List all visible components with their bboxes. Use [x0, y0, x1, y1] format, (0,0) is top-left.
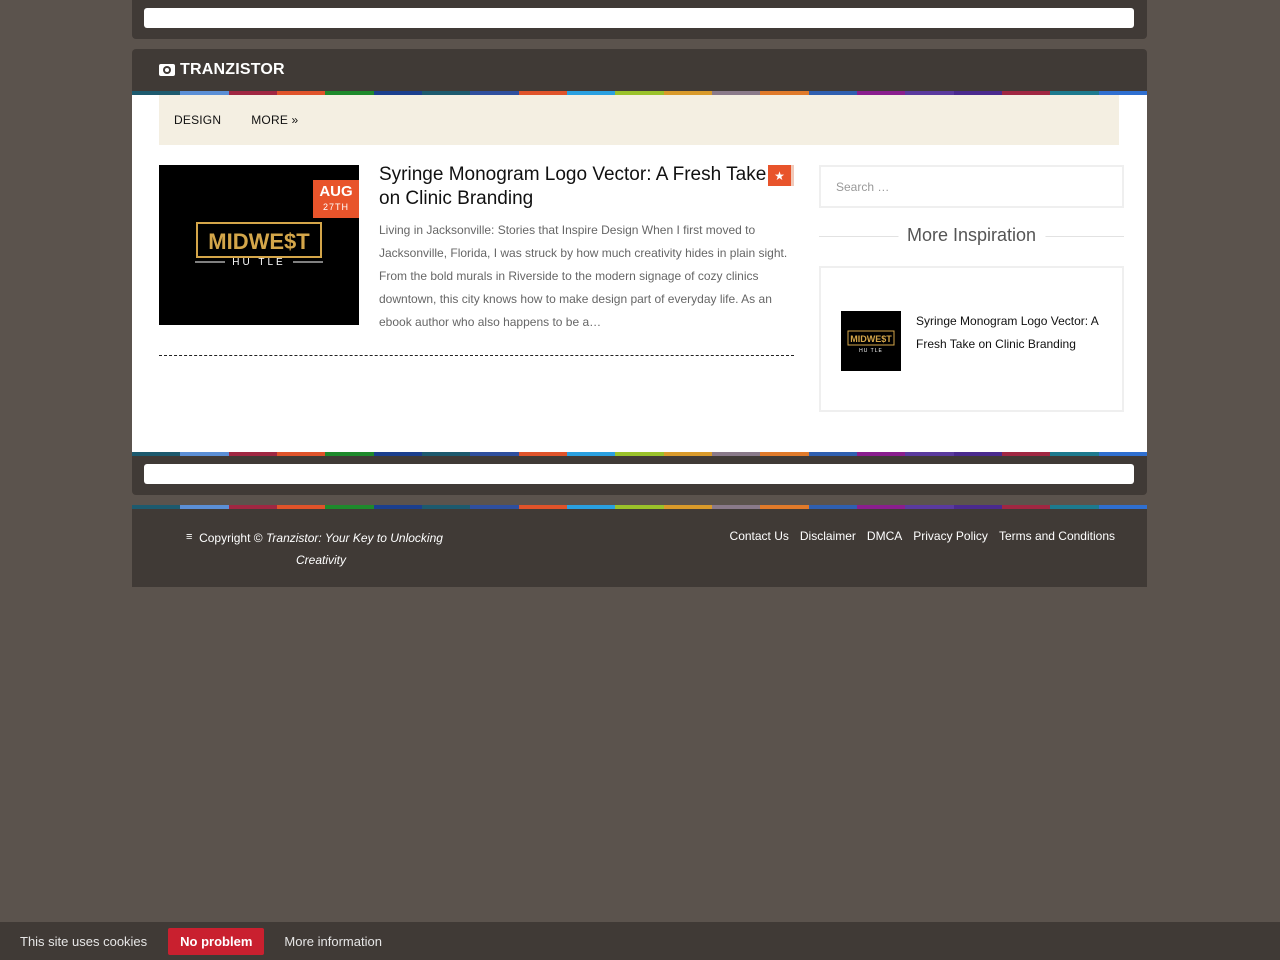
main-nav: DESIGN MORE » [159, 95, 1119, 145]
post-excerpt: Living in Jacksonville: Stories that Ins… [379, 223, 788, 329]
copyright-text: Copyright © Tranzistor: Your Key to Unlo… [186, 527, 456, 571]
small-logo-bottom: HU TLE [859, 348, 883, 354]
footer-link-dmca[interactable]: DMCA [867, 529, 902, 543]
bottom-ad-bar [132, 456, 1147, 495]
site-title: TRANZISTOR [180, 61, 285, 78]
nav-item-more[interactable]: MORE » [251, 113, 298, 127]
copyright-prefix: Copyright © [199, 531, 263, 545]
footer-link-privacy[interactable]: Privacy Policy [913, 529, 988, 543]
more-inspiration-widget: MIDWE$T HU TLE Syringe Monogram Logo Vec… [819, 266, 1124, 412]
featured-badge: ★ [768, 165, 794, 186]
post-title[interactable]: Syringe Monogram Logo Vector: A Fresh Ta… [379, 163, 789, 211]
thumb-logo-top: MIDWE$T [208, 229, 310, 254]
search-input[interactable] [819, 165, 1124, 208]
top-ad-bar [132, 0, 1147, 39]
date-month: AUG [319, 183, 353, 200]
main-content: DESIGN MORE » MIDWE$T HU TLE AUG 27TH Sy… [132, 95, 1147, 452]
star-icon: ★ [774, 168, 785, 183]
post-separator [159, 355, 794, 356]
small-logo-top: MIDWE$T [850, 334, 892, 344]
site-footer: ≡ Copyright © Tranzistor: Your Key to Un… [132, 509, 1147, 587]
date-day: 27TH [322, 202, 349, 212]
camera-icon [159, 64, 175, 76]
midwest-hustle-logo-small: MIDWE$T HU TLE [847, 330, 895, 354]
site-header: TRANZISTOR [132, 49, 1147, 91]
bottom-ad-slot [144, 464, 1134, 484]
site-logo[interactable]: TRANZISTOR [159, 61, 285, 79]
footer-link-terms[interactable]: Terms and Conditions [999, 529, 1115, 543]
widget-header: More Inspiration [819, 223, 1124, 249]
cookie-bar: This site uses cookies No problem More i… [0, 922, 1280, 960]
footer-links: Contact Us Disclaimer DMCA Privacy Polic… [730, 529, 1115, 543]
top-ad-slot [144, 8, 1134, 28]
cookie-text: This site uses cookies [20, 933, 148, 949]
footer-link-contact[interactable]: Contact Us [730, 529, 789, 543]
footer-link-disclaimer[interactable]: Disclaimer [800, 529, 856, 543]
widget-post-link[interactable]: Syringe Monogram Logo Vector: A Fresh Ta… [916, 310, 1106, 356]
cookie-more-link[interactable]: More information [284, 934, 382, 949]
nav-item-design[interactable]: DESIGN [174, 113, 221, 127]
cookie-accept-button[interactable]: No problem [168, 927, 265, 955]
copyright-site-link[interactable]: Tranzistor: Your Key to Unlocking Creati… [266, 531, 443, 567]
post-date-badge: AUG 27TH [313, 180, 359, 218]
widget-title: More Inspiration [897, 225, 1046, 246]
thumb-logo-bottom: HU TLE [232, 257, 285, 268]
widget-post-thumbnail[interactable]: MIDWE$T HU TLE [841, 311, 901, 371]
